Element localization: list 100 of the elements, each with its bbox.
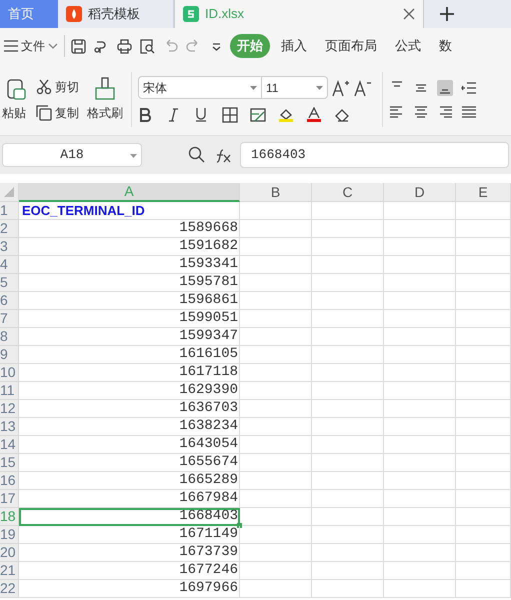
empty-cell[interactable]: [456, 274, 511, 292]
empty-cell[interactable]: [240, 220, 312, 238]
shrink-font-icon[interactable]: [354, 78, 372, 96]
copy-button[interactable]: 复制: [34, 104, 81, 122]
row-header[interactable]: 3: [0, 238, 19, 256]
empty-cell[interactable]: [384, 490, 456, 508]
empty-cell[interactable]: [456, 400, 511, 418]
table-cell[interactable]: 1668403: [19, 508, 240, 526]
empty-cell[interactable]: [456, 544, 511, 562]
table-cell[interactable]: 1616105: [19, 346, 240, 364]
justify-icon[interactable]: [461, 104, 477, 120]
close-icon[interactable]: [403, 8, 415, 20]
empty-cell[interactable]: [240, 562, 312, 580]
empty-cell[interactable]: [456, 580, 511, 598]
row-header[interactable]: 20: [0, 544, 19, 562]
empty-cell[interactable]: [384, 220, 456, 238]
align-left-icon[interactable]: [389, 104, 405, 120]
indent-icon[interactable]: [461, 80, 477, 96]
empty-cell[interactable]: [384, 274, 456, 292]
column-header[interactable]: B: [240, 183, 312, 202]
row-header[interactable]: 9: [0, 346, 19, 364]
empty-cell[interactable]: [384, 562, 456, 580]
eraser-icon[interactable]: [334, 107, 350, 123]
empty-cell[interactable]: [384, 310, 456, 328]
empty-cell[interactable]: [384, 508, 456, 526]
empty-cell[interactable]: [456, 346, 511, 364]
row-header[interactable]: 16: [0, 472, 19, 490]
table-cell[interactable]: 1599051: [19, 310, 240, 328]
empty-cell[interactable]: [456, 202, 511, 220]
empty-cell[interactable]: [384, 454, 456, 472]
ribbon-tab[interactable]: 页面布局: [318, 34, 384, 58]
empty-cell[interactable]: [240, 364, 312, 382]
empty-cell[interactable]: [456, 526, 511, 544]
empty-cell[interactable]: [240, 436, 312, 454]
row-header[interactable]: 6: [0, 292, 19, 310]
empty-cell[interactable]: [384, 472, 456, 490]
empty-cell[interactable]: [456, 292, 511, 310]
empty-cell[interactable]: [240, 292, 312, 310]
table-cell[interactable]: 1595781: [19, 274, 240, 292]
table-cell[interactable]: 1638234: [19, 418, 240, 436]
empty-cell[interactable]: [240, 472, 312, 490]
ribbon-tab[interactable]: 公式: [388, 34, 428, 58]
fill-handle[interactable]: [237, 523, 242, 528]
table-cell[interactable]: 1593341: [19, 256, 240, 274]
empty-cell[interactable]: [384, 238, 456, 256]
table-cell[interactable]: 1655674: [19, 454, 240, 472]
empty-cell[interactable]: [312, 562, 384, 580]
row-header[interactable]: 10: [0, 364, 19, 382]
table-cell[interactable]: 1643054: [19, 436, 240, 454]
empty-cell[interactable]: [240, 490, 312, 508]
empty-cell[interactable]: [456, 310, 511, 328]
empty-cell[interactable]: [240, 346, 312, 364]
empty-cell[interactable]: [456, 328, 511, 346]
empty-cell[interactable]: [384, 580, 456, 598]
empty-cell[interactable]: [312, 310, 384, 328]
empty-cell[interactable]: [456, 256, 511, 274]
empty-cell[interactable]: [456, 454, 511, 472]
empty-cell[interactable]: [384, 292, 456, 310]
font-color-icon[interactable]: [306, 107, 322, 123]
table-cell[interactable]: 1671149: [19, 526, 240, 544]
empty-cell[interactable]: [456, 508, 511, 526]
empty-cell[interactable]: [240, 274, 312, 292]
empty-cell[interactable]: [240, 508, 312, 526]
empty-cell[interactable]: [240, 526, 312, 544]
empty-cell[interactable]: [240, 400, 312, 418]
row-header[interactable]: 11: [0, 382, 19, 400]
table-cell[interactable]: 1617118: [19, 364, 240, 382]
zoom-icon[interactable]: [188, 146, 206, 164]
table-cell[interactable]: 1673739: [19, 544, 240, 562]
empty-cell[interactable]: [456, 418, 511, 436]
table-cell[interactable]: 1677246: [19, 562, 240, 580]
empty-cell[interactable]: [312, 580, 384, 598]
align-center-icon[interactable]: [413, 104, 429, 120]
row-header[interactable]: 17: [0, 490, 19, 508]
row-header[interactable]: 7: [0, 310, 19, 328]
empty-cell[interactable]: [240, 202, 312, 220]
row-header[interactable]: 2: [0, 220, 19, 238]
empty-cell[interactable]: [384, 400, 456, 418]
empty-cell[interactable]: [240, 256, 312, 274]
column-header[interactable]: E: [456, 183, 511, 202]
fill-color-icon[interactable]: [278, 107, 294, 123]
empty-cell[interactable]: [456, 364, 511, 382]
empty-cell[interactable]: [456, 436, 511, 454]
empty-cell[interactable]: [456, 382, 511, 400]
ribbon-tab[interactable]: 插入: [274, 34, 314, 58]
empty-cell[interactable]: [240, 580, 312, 598]
empty-cell[interactable]: [240, 454, 312, 472]
row-header[interactable]: 8: [0, 328, 19, 346]
empty-cell[interactable]: [312, 418, 384, 436]
ribbon-tab[interactable]: 数: [432, 34, 459, 58]
row-header[interactable]: 4: [0, 256, 19, 274]
empty-cell[interactable]: [312, 328, 384, 346]
font-field[interactable]: 宋体: [138, 76, 262, 99]
table-cell[interactable]: 1596861: [19, 292, 240, 310]
empty-cell[interactable]: [384, 418, 456, 436]
table-cell[interactable]: 1697966: [19, 580, 240, 598]
empty-cell[interactable]: [312, 490, 384, 508]
empty-cell[interactable]: [312, 274, 384, 292]
table-cell[interactable]: 1665289: [19, 472, 240, 490]
empty-cell[interactable]: [240, 328, 312, 346]
